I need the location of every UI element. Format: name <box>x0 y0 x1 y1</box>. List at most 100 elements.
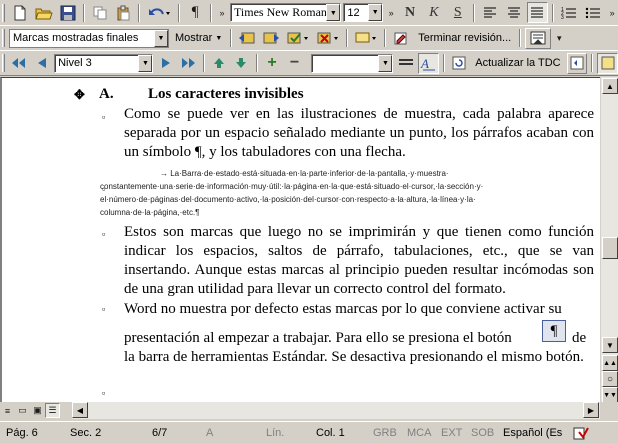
outline-view-icon[interactable]: ☰ <box>45 403 60 418</box>
chevron-down-icon[interactable]: ▼ <box>378 54 393 72</box>
scroll-right-icon[interactable]: ▶ <box>583 402 599 418</box>
paragraph-2-line1: → La·Barra·de·estado·está·situada·en·la·… <box>160 169 449 178</box>
outline-level-value: Nivel 3 <box>58 57 92 69</box>
reviewing-toolbar: Marcas mostradas finales ▼ Mostrar ▼ Ter… <box>0 26 618 51</box>
end-review-button[interactable]: Terminar revisión... <box>414 28 515 49</box>
status-at: A <box>206 426 214 439</box>
status-language[interactable]: Español (Es <box>500 427 572 439</box>
chevron-down-icon[interactable]: ▼ <box>138 54 153 72</box>
update-toc-button[interactable]: Actualizar la TDC <box>471 53 564 74</box>
status-line: Lín. <box>266 426 285 439</box>
go-to-toc-icon[interactable] <box>566 52 588 74</box>
show-menu-button[interactable]: Mostrar ▼ <box>171 28 226 49</box>
separator <box>138 3 141 22</box>
open-folder-icon[interactable] <box>33 2 55 23</box>
reject-change-icon[interactable] <box>314 28 342 49</box>
chevron-down-icon[interactable]: ▼ <box>368 4 383 21</box>
outline-bullet[interactable]: ▫ <box>102 229 105 239</box>
status-overtype[interactable]: SOB <box>468 427 500 439</box>
status-track-changes[interactable]: MCA <box>404 427 438 439</box>
reviewing-pane-icon[interactable] <box>525 27 552 49</box>
separator <box>472 3 475 22</box>
accept-change-icon[interactable] <box>284 28 312 49</box>
insert-comment-icon[interactable] <box>352 28 380 49</box>
scroll-down-icon[interactable]: ▼ <box>602 337 618 353</box>
show-text-formatting-icon[interactable]: A <box>417 52 439 74</box>
normal-view-icon[interactable]: ≡ <box>0 403 15 418</box>
toolbar-options-icon[interactable]: » <box>606 2 618 23</box>
status-extend[interactable]: EXT <box>438 427 468 439</box>
bold-button[interactable]: N <box>399 2 421 23</box>
horizontal-scrollbar[interactable]: ◀ ▶ <box>72 402 600 419</box>
save-icon[interactable] <box>57 2 79 23</box>
svg-text:3: 3 <box>561 15 564 20</box>
toolbar-options-icon[interactable]: ▾ <box>553 28 565 49</box>
spelling-status-icon[interactable] <box>572 425 590 441</box>
select-browse-object-icon[interactable]: ○ <box>602 371 618 387</box>
standard-toolbar: ¶ » Times New Roman ▼ 12 ▼ » N K S 123 » <box>0 0 618 26</box>
web-layout-view-icon[interactable]: ▭ <box>15 403 30 418</box>
show-first-line-only-icon[interactable] <box>395 53 416 74</box>
paste-icon[interactable] <box>113 2 135 23</box>
chevron-down-icon[interactable]: ▼ <box>154 29 168 47</box>
outline-bullet[interactable]: ▫ <box>102 112 105 122</box>
toolbar-grip[interactable] <box>2 54 5 72</box>
document-area[interactable]: ✥ A. Los caracteres invisibles ▫ Como se… <box>0 77 600 402</box>
separator <box>591 54 594 72</box>
promote-icon[interactable] <box>32 53 53 74</box>
move-down-icon[interactable] <box>231 53 252 74</box>
track-changes-icon[interactable] <box>390 28 412 49</box>
outline-level-select[interactable]: Nivel 3 ▼ <box>54 53 154 73</box>
show-level-select[interactable]: ▼ <box>310 53 394 73</box>
show-formatting-marks-button[interactable]: ¶ <box>184 2 206 23</box>
italic-button[interactable]: K <box>423 2 445 23</box>
toolbar-grip[interactable] <box>2 3 5 22</box>
scroll-up-icon[interactable]: ▲ <box>602 78 618 94</box>
paragraph-4-line1: Word no muestra por defecto estas marcas… <box>124 301 562 317</box>
copy-icon[interactable] <box>89 2 111 23</box>
separator <box>346 29 349 47</box>
update-toc-icon[interactable] <box>449 53 470 74</box>
demote-icon[interactable] <box>155 53 176 74</box>
outline-bullet[interactable]: ▫ <box>102 304 105 314</box>
promote-to-heading1-icon[interactable] <box>9 53 30 74</box>
expand-icon[interactable]: + <box>262 53 283 74</box>
font-size-select[interactable]: 12 ▼ <box>343 3 384 22</box>
scroll-thumb[interactable] <box>602 237 618 259</box>
master-document-view-icon[interactable] <box>597 52 618 74</box>
chevron-down-icon[interactable]: ▼ <box>326 4 341 21</box>
print-layout-view-icon[interactable]: ▣ <box>30 403 45 418</box>
align-left-icon[interactable] <box>479 2 501 23</box>
outline-bullet[interactable]: ▫ <box>102 388 105 398</box>
font-name-select[interactable]: Times New Roman ▼ <box>230 3 342 22</box>
separator <box>384 29 387 47</box>
numbered-list-icon[interactable]: 123 <box>558 2 580 23</box>
vertical-scrollbar[interactable]: ▲ ▼ ▲▲ ○ ▼▼ <box>600 77 618 403</box>
previous-change-icon[interactable] <box>236 28 258 49</box>
new-document-icon[interactable] <box>9 2 31 23</box>
outline-expand-symbol[interactable]: ✥ <box>74 87 85 103</box>
outlining-toolbar: Nivel 3 ▼ + − ▼ A Actualizar la TDC <box>0 51 618 76</box>
demote-to-body-text-icon[interactable] <box>178 53 199 74</box>
status-section: Sec. 2 <box>70 426 102 439</box>
next-page-icon[interactable]: ▼▼ <box>602 387 618 403</box>
markup-view-select[interactable]: Marcas mostradas finales ▼ <box>9 28 169 48</box>
next-change-icon[interactable] <box>260 28 282 49</box>
move-up-icon[interactable] <box>209 53 230 74</box>
undo-icon[interactable] <box>144 2 174 23</box>
toolbar-options-icon[interactable]: » <box>216 2 228 23</box>
toolbar-grip[interactable] <box>2 29 5 47</box>
underline-button[interactable]: S <box>447 2 469 23</box>
bulleted-list-icon[interactable] <box>582 2 604 23</box>
collapse-icon[interactable]: − <box>284 53 305 74</box>
paragraph-3: Estos son marcas que luego no se imprimi… <box>124 224 594 297</box>
paragraph-4-line2a: presentación al empezar a trabajar. Para… <box>124 330 512 346</box>
justify-icon[interactable] <box>526 2 549 23</box>
separator <box>255 54 258 72</box>
toolbar-options-icon[interactable]: » <box>385 2 397 23</box>
previous-page-icon[interactable]: ▲▲ <box>602 355 618 371</box>
align-center-icon[interactable] <box>503 2 525 23</box>
scroll-left-icon[interactable]: ◀ <box>72 402 88 418</box>
status-record-macro[interactable]: GRB <box>370 427 404 439</box>
separator <box>230 29 233 47</box>
